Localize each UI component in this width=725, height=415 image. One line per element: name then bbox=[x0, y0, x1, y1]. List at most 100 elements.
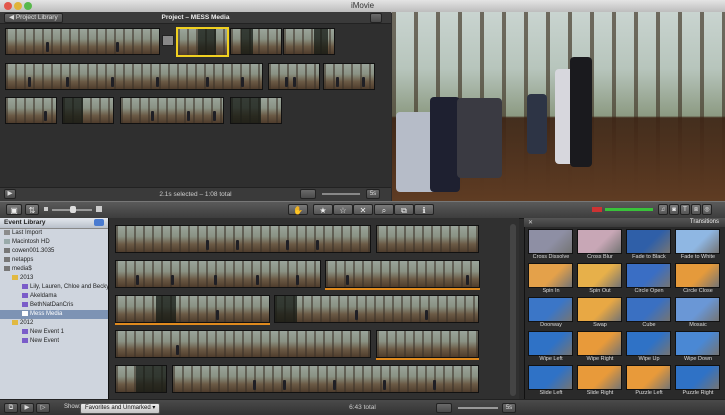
event-clip[interactable] bbox=[274, 295, 479, 323]
fullscreen-icon[interactable] bbox=[370, 13, 382, 23]
project-clip[interactable] bbox=[230, 28, 282, 55]
event-item-label: 2013 bbox=[20, 275, 34, 281]
event-library-item[interactable]: cowen001.3035 bbox=[0, 247, 112, 256]
event-library-item[interactable]: Macintosh HD bbox=[0, 238, 112, 247]
event-item-label: Akeldama bbox=[30, 293, 57, 299]
transition-tile[interactable] bbox=[528, 297, 573, 322]
transition-tile[interactable] bbox=[577, 263, 622, 288]
transition-tile[interactable] bbox=[577, 297, 622, 322]
transition-tile[interactable] bbox=[675, 297, 720, 322]
reject-icon[interactable]: ✕ bbox=[353, 204, 373, 215]
maps-browser-icon[interactable]: ◎ bbox=[702, 204, 712, 215]
transition-tile[interactable] bbox=[675, 331, 720, 356]
transition-label: Cube bbox=[642, 322, 656, 328]
event-clip[interactable] bbox=[376, 225, 479, 253]
keyword-tool-icon[interactable]: ⌕ bbox=[374, 204, 394, 215]
event-icon bbox=[22, 302, 28, 307]
event-zoom-value: 5s bbox=[502, 403, 516, 413]
transition-label: Fade to Black bbox=[632, 254, 666, 260]
transition-tile[interactable] bbox=[675, 365, 720, 390]
project-clip[interactable] bbox=[323, 63, 375, 90]
event-library-item[interactable]: 2012 bbox=[0, 319, 120, 328]
hand-tool-icon[interactable]: ✋ bbox=[288, 204, 308, 215]
audio-waveform-toggle-icon[interactable] bbox=[436, 403, 452, 413]
event-clip[interactable] bbox=[172, 365, 479, 393]
project-header: ◀ Project Library Project – MESS Media bbox=[0, 12, 391, 24]
transition-tile[interactable] bbox=[528, 331, 573, 356]
crop-icon[interactable]: ⧉ bbox=[394, 204, 414, 215]
unmark-star-icon[interactable]: ☆ bbox=[333, 204, 353, 215]
bottom-bar: ⧉ ▶ ▷ Show: Favorites and Unmarked ▾ 6:4… bbox=[0, 399, 725, 415]
event-item-label: netapps bbox=[12, 257, 34, 263]
transitions-title: Transitions bbox=[689, 219, 719, 225]
project-clip[interactable] bbox=[268, 63, 320, 90]
close-transitions-icon[interactable]: ✕ bbox=[528, 219, 533, 226]
project-zoom-value: 5s bbox=[366, 189, 380, 199]
event-item-label: cowen001.3035 bbox=[12, 248, 55, 254]
transition-label: Spin In bbox=[542, 288, 560, 294]
transition-tile[interactable] bbox=[577, 229, 622, 254]
transition-tile[interactable] bbox=[626, 263, 671, 288]
favorite-star-icon[interactable]: ★ bbox=[313, 204, 333, 215]
event-library-item[interactable]: Last Import bbox=[0, 229, 112, 238]
project-clip[interactable] bbox=[283, 28, 335, 55]
event-clip[interactable] bbox=[115, 330, 371, 358]
project-clip[interactable] bbox=[5, 97, 57, 124]
clock-icon bbox=[4, 230, 10, 235]
transition-label: Circle Close bbox=[683, 288, 713, 294]
drive-icon bbox=[4, 266, 10, 271]
photo-browser-icon[interactable]: ◙ bbox=[669, 204, 679, 215]
transition-tile[interactable] bbox=[528, 365, 573, 390]
transition-tile[interactable] bbox=[528, 263, 573, 288]
project-clip[interactable] bbox=[120, 97, 224, 124]
event-browser-scrollbar[interactable] bbox=[510, 224, 516, 396]
event-zoom-slider[interactable] bbox=[458, 407, 498, 409]
transition-tile[interactable] bbox=[675, 263, 720, 288]
event-icon bbox=[22, 329, 28, 334]
event-library-item[interactable]: media$ bbox=[0, 265, 112, 274]
viewer-person bbox=[570, 57, 592, 167]
transition-tile[interactable] bbox=[675, 229, 720, 254]
event-clip[interactable] bbox=[115, 225, 371, 253]
audio-waveform-icon[interactable] bbox=[300, 189, 316, 199]
transition-label: Mosaic bbox=[689, 322, 707, 328]
event-clip[interactable] bbox=[376, 330, 479, 358]
transition-label: Doorway bbox=[540, 322, 562, 328]
transitions-browser-icon[interactable]: ⧈ bbox=[691, 204, 701, 215]
event-library-toggle-icon[interactable] bbox=[94, 219, 104, 226]
transition-icon[interactable] bbox=[162, 35, 174, 46]
transition-tile[interactable] bbox=[626, 229, 671, 254]
transition-tile[interactable] bbox=[626, 365, 671, 390]
event-clip[interactable] bbox=[115, 365, 167, 393]
transition-tile[interactable] bbox=[626, 331, 671, 356]
event-item-label: media$ bbox=[12, 266, 32, 272]
folder-icon bbox=[12, 320, 18, 325]
project-zoom-slider[interactable] bbox=[322, 193, 360, 195]
record-audio-icon[interactable] bbox=[592, 207, 602, 212]
project-clip[interactable] bbox=[62, 97, 114, 124]
event-clip[interactable] bbox=[115, 295, 270, 323]
transition-tile[interactable] bbox=[626, 297, 671, 322]
music-browser-icon[interactable]: ♫ bbox=[658, 204, 668, 215]
transition-tile[interactable] bbox=[528, 229, 573, 254]
transition-tile[interactable] bbox=[577, 331, 622, 356]
camera-import-icon[interactable]: ▣ bbox=[6, 204, 22, 215]
event-item-label: New Event bbox=[30, 338, 60, 344]
transition-label: Cross Dissolve bbox=[532, 254, 570, 260]
event-clip[interactable] bbox=[115, 260, 321, 288]
project-clip[interactable] bbox=[230, 97, 282, 124]
selected-project-clip[interactable] bbox=[176, 27, 229, 57]
title-browser-icon[interactable]: T bbox=[680, 204, 690, 215]
swap-events-projects-icon[interactable]: ⇅ bbox=[25, 204, 39, 215]
video-viewer[interactable] bbox=[392, 12, 725, 201]
project-footer: ▶ 2.1s selected – 1:08 total 5s bbox=[0, 187, 391, 201]
event-clip[interactable] bbox=[325, 260, 480, 288]
transition-tile[interactable] bbox=[577, 365, 622, 390]
event-library-item[interactable]: 2013 bbox=[0, 274, 120, 283]
thumbnail-size-knob[interactable] bbox=[70, 206, 76, 213]
event-library-item[interactable]: netapps bbox=[0, 256, 112, 265]
transition-label: Cross Blur bbox=[587, 254, 613, 260]
inspector-info-icon[interactable]: ℹ bbox=[414, 204, 434, 215]
project-clip[interactable] bbox=[5, 63, 263, 90]
project-clip[interactable] bbox=[5, 28, 160, 55]
